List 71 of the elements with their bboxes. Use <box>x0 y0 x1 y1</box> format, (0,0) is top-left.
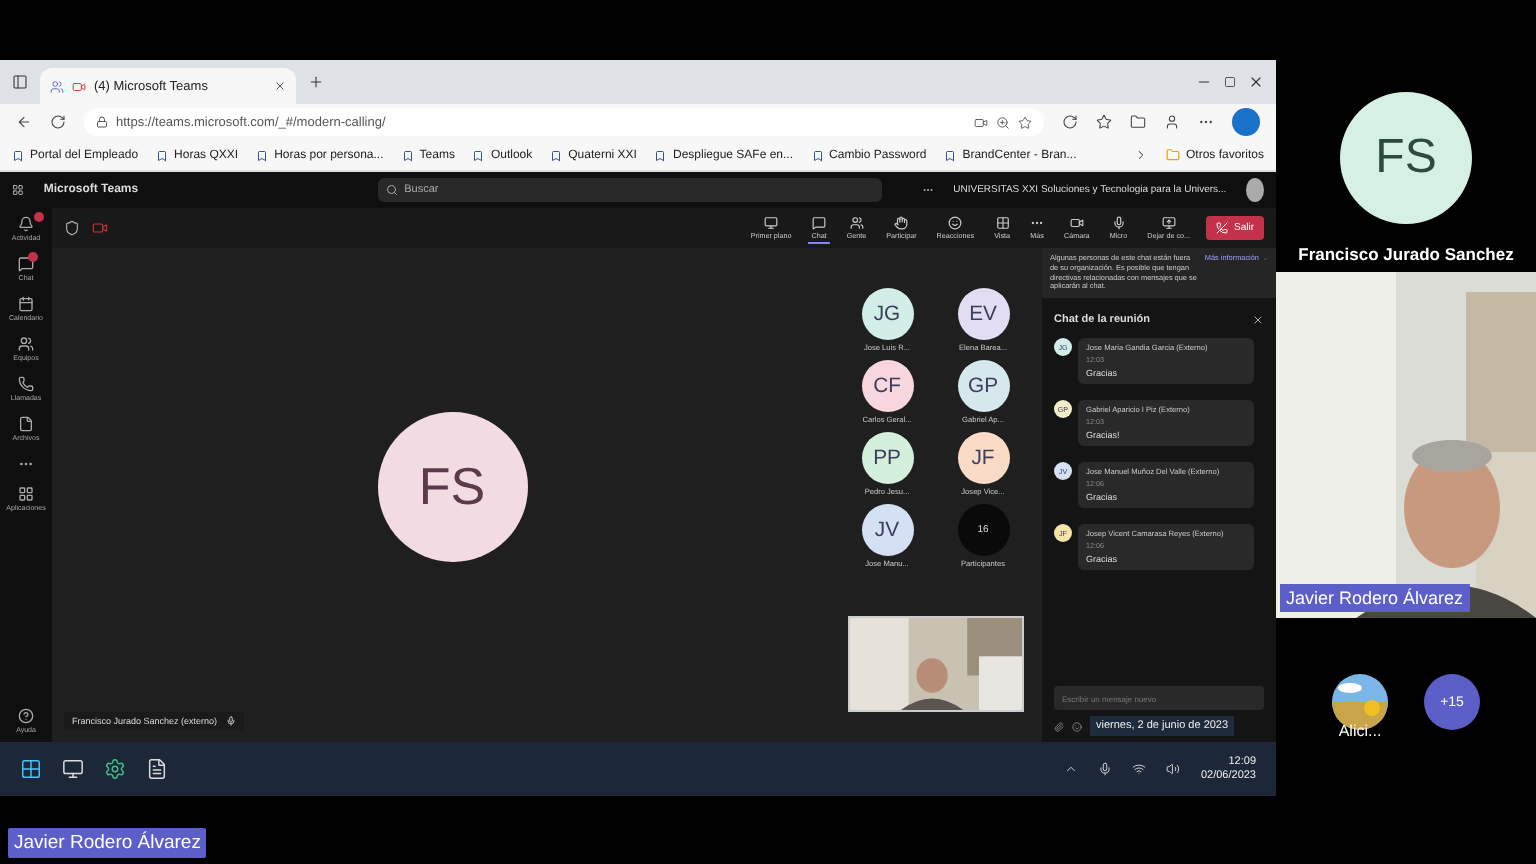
bookmark-icon <box>401 149 414 161</box>
avatar: EV <box>957 288 1009 340</box>
people-icon <box>849 215 864 229</box>
favorite-icon <box>1018 115 1032 129</box>
new-tab-icon[interactable] <box>308 74 324 90</box>
people-icon <box>18 336 34 352</box>
hang-up-icon <box>1215 222 1228 234</box>
bookmark-icon <box>654 149 667 161</box>
avatar: JG <box>861 288 913 340</box>
recording-icon <box>92 220 108 236</box>
bookmark-icon <box>944 149 957 161</box>
microphone-icon <box>225 716 236 726</box>
tab-actions-icon[interactable] <box>12 74 28 90</box>
shield-icon <box>64 220 80 236</box>
zoom-icon <box>996 115 1010 129</box>
bookmark-icon <box>811 149 824 161</box>
lock-icon <box>96 116 108 128</box>
maximize-icon[interactable] <box>1224 76 1236 88</box>
avatar <box>1246 178 1265 202</box>
grid-icon <box>18 486 34 502</box>
chevron-icon[interactable] <box>1133 148 1148 162</box>
chat-icon <box>18 256 34 272</box>
chat-icon <box>812 215 827 229</box>
participant-name: Javier Rodero Álvarez <box>8 828 207 858</box>
avatar: FS <box>377 411 527 561</box>
computer-icon[interactable] <box>62 758 84 780</box>
avatar: PP <box>861 432 913 484</box>
avatar: FS <box>1340 92 1472 224</box>
microphone-icon <box>1111 215 1126 229</box>
folder-icon <box>1165 148 1180 162</box>
bookmark-icon <box>256 149 269 161</box>
wifi-icon <box>1132 762 1147 776</box>
recording-icon <box>72 79 86 93</box>
favorites-icon[interactable] <box>1096 114 1112 130</box>
start-icon[interactable] <box>20 758 42 780</box>
participant-name: Alici... <box>1338 722 1382 740</box>
volume-icon <box>1166 762 1181 776</box>
phone-icon <box>18 376 34 392</box>
hand-icon <box>894 215 909 229</box>
smiley-icon <box>948 215 963 229</box>
bookmark-icon <box>12 149 24 161</box>
camera-icon <box>1069 215 1084 229</box>
back-icon[interactable] <box>16 114 32 130</box>
bell-icon <box>17 216 34 232</box>
monitor-icon <box>764 215 779 229</box>
refresh-icon[interactable] <box>1062 114 1078 130</box>
avatar: JV <box>861 504 913 556</box>
app-launcher-icon[interactable] <box>12 182 24 198</box>
attach-icon[interactable] <box>1054 721 1064 731</box>
file-icon <box>17 416 34 432</box>
emoji-icon[interactable] <box>1072 721 1082 731</box>
profile-icon[interactable] <box>1164 114 1180 130</box>
avatar: JF <box>957 432 1009 484</box>
bookmark-icon <box>550 149 563 161</box>
microphone-icon <box>1098 762 1113 776</box>
reload-icon[interactable] <box>50 114 66 130</box>
calendar-icon <box>18 296 34 312</box>
collections-icon[interactable] <box>1130 114 1146 130</box>
grid-icon <box>995 215 1010 229</box>
bing-button[interactable] <box>1232 108 1260 136</box>
camera-icon <box>974 115 988 129</box>
share-screen-icon <box>1161 215 1176 229</box>
chevron-icon[interactable] <box>1064 762 1079 776</box>
search-icon <box>386 184 399 196</box>
help-icon <box>18 708 34 724</box>
participant-name: Javier Rodero Álvarez <box>1280 584 1470 612</box>
bookmark-icon <box>156 149 169 161</box>
avatar: CF <box>861 360 913 412</box>
avatar: GP <box>957 360 1009 412</box>
participant-name: Francisco Jurado Sanchez <box>1298 244 1514 264</box>
bookmark-icon <box>472 149 485 161</box>
